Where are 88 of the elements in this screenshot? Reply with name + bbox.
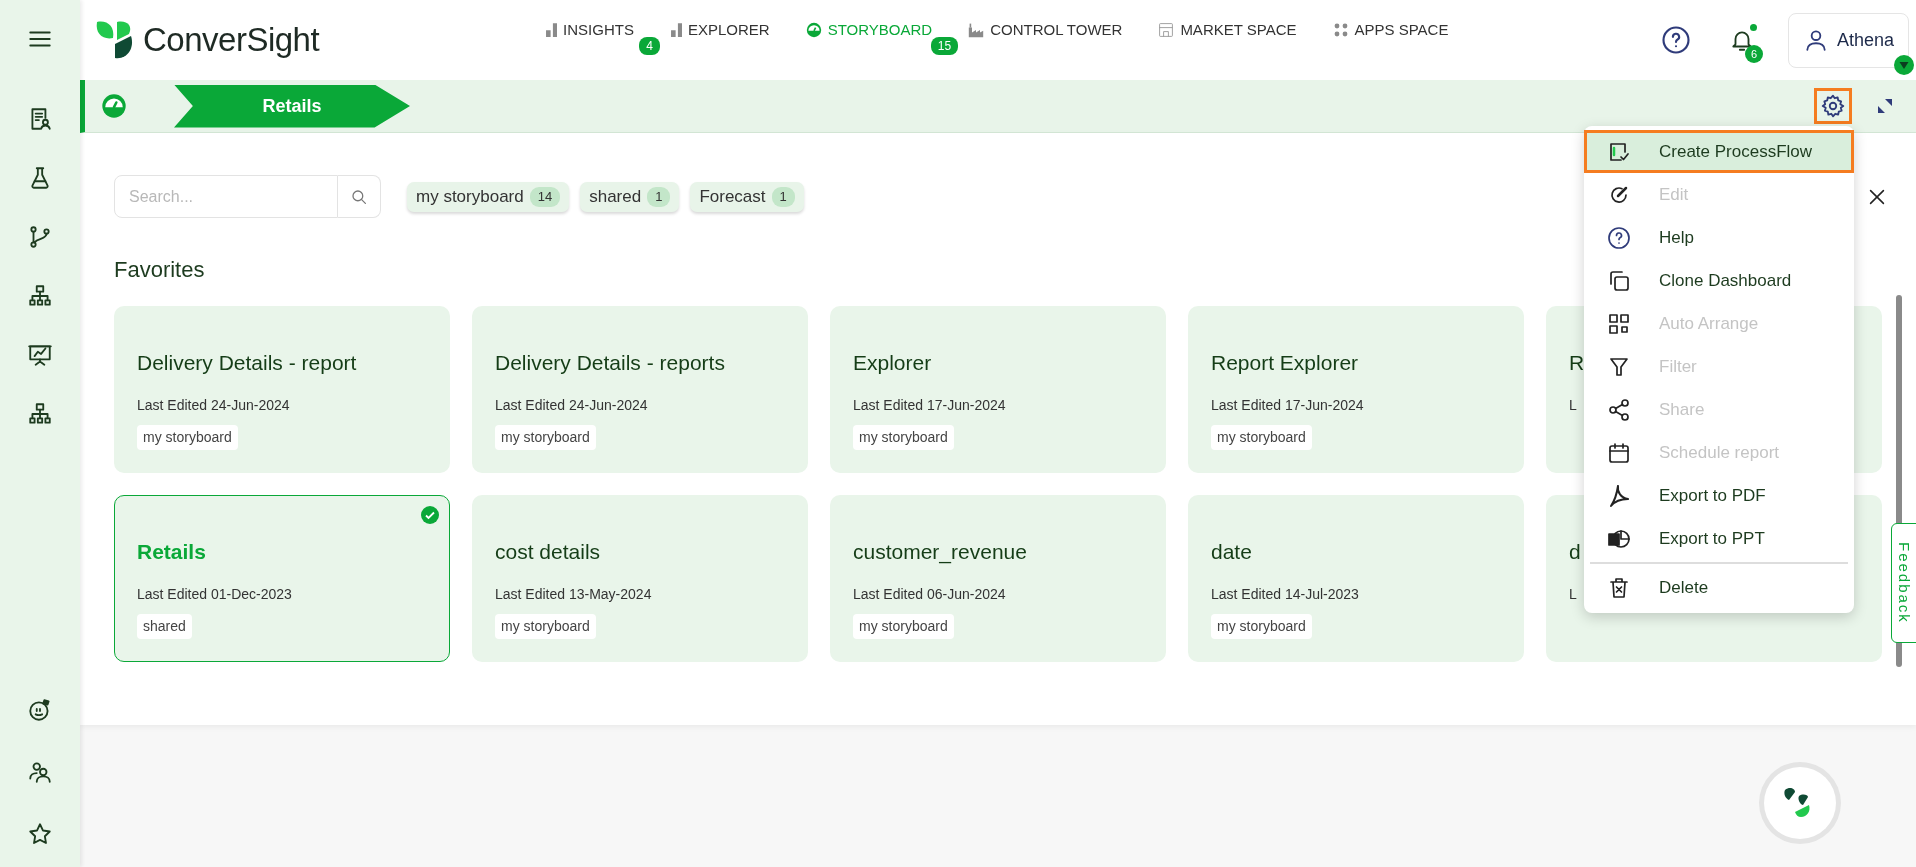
edited-date: Last Edited 24-Jun-2024 (137, 395, 290, 415)
filter-chip[interactable]: my storyboard 14 (407, 181, 570, 212)
card-title: Delivery Details - report (137, 350, 357, 376)
count-badge: 1 (647, 186, 671, 207)
bar-chart-icon (545, 23, 558, 37)
storyboard-card[interactable]: cost details Last Edited 13-May-2024 my storyboard (472, 495, 808, 662)
smiley-icon[interactable] (27, 697, 53, 723)
card-tag: shared (137, 613, 192, 639)
sitemap-icon[interactable] (27, 283, 53, 309)
card-tag: my storyboard (1211, 424, 1312, 450)
help-icon[interactable] (1660, 25, 1691, 55)
grid-icon (1607, 311, 1631, 336)
card-tag: my storyboard (1211, 613, 1312, 639)
menu-item[interactable]: Delete (1584, 566, 1854, 609)
star-icon[interactable] (27, 821, 53, 847)
card-tag: my storyboard (853, 613, 954, 639)
filter-chip[interactable]: shared 1 (580, 181, 680, 212)
bar-chart-icon (669, 23, 682, 37)
count-badge: 4 (639, 36, 660, 55)
card-title: date (1211, 539, 1252, 565)
nav-tab[interactable]: CONTROL TOWER (968, 18, 1123, 42)
section-title: Favorites (114, 256, 205, 284)
menu-item[interactable]: Export to PPT (1584, 517, 1854, 560)
calendar-icon (1607, 440, 1631, 465)
edited-date: Last Edited 13-May-2024 (495, 584, 652, 604)
nav-tab[interactable]: APPS SPACE (1332, 18, 1449, 42)
gauge-icon (100, 92, 128, 120)
branch-icon[interactable] (27, 224, 53, 250)
edited-date: Last Edited 24-Jun-2024 (495, 395, 648, 415)
menu-item[interactable]: Help (1584, 216, 1854, 259)
users-icon[interactable] (27, 759, 53, 785)
card-title: Retails (137, 539, 206, 565)
card-title: Report Explorer (1211, 350, 1359, 376)
copy-icon (1607, 268, 1631, 293)
storyboard-card[interactable]: Retails Last Edited 01-Dec-2023 shared (114, 495, 450, 662)
card-tag: my storyboard (137, 424, 238, 450)
card-title: d (1569, 539, 1581, 565)
edited-date: L (1569, 584, 1577, 604)
count-badge: 14 (529, 186, 561, 207)
help-icon (1607, 225, 1631, 250)
storyboard-card[interactable]: Delivery Details - report Last Edited 24-Jun-2024 my storyboard (114, 306, 450, 473)
nav-tab[interactable]: MARKET SPACE (1158, 18, 1297, 42)
storyboard-card[interactable]: Explorer Last Edited 17-Jun-2024 my storyboard (830, 306, 1166, 473)
card-title: R (1569, 350, 1585, 376)
factory-icon (968, 22, 985, 38)
check-icon (421, 506, 439, 524)
edited-date: Last Edited 14-Jul-2023 (1211, 584, 1359, 604)
storyboard-card[interactable]: Report Explorer Last Edited 17-Jun-2024 my storyboard (1188, 306, 1524, 473)
menu-item[interactable]: Create ProcessFlow (1584, 130, 1854, 173)
storyboard-card[interactable]: customer_revenue Last Edited 06-Jun-2024 my storyboard (830, 495, 1166, 662)
card-title: customer_revenue (853, 539, 1027, 566)
storyboard-card[interactable]: Delivery Details - reports Last Edited 24-Jun-2024 my storyboard (472, 306, 808, 473)
trash-icon (1607, 575, 1631, 600)
settings-button[interactable] (1814, 88, 1852, 124)
presentation-icon[interactable] (27, 342, 53, 368)
pdf-icon (1607, 483, 1631, 508)
card-title: Delivery Details - reports (495, 350, 725, 376)
apps-icon (1332, 22, 1349, 38)
edited-date: Last Edited 17-Jun-2024 (1211, 395, 1364, 415)
card-tag: my storyboard (853, 424, 954, 450)
share-icon (1607, 397, 1631, 422)
sitemap-icon[interactable] (27, 401, 53, 427)
count-badge: 15 (930, 36, 959, 55)
edited-date: Last Edited 17-Jun-2024 (853, 395, 1006, 415)
collapse-icon[interactable] (1876, 97, 1894, 115)
settings-icon (1820, 93, 1846, 119)
edited-date: Last Edited 01-Dec-2023 (137, 584, 292, 604)
storyboard-card[interactable]: date Last Edited 14-Jul-2023 my storyboard (1188, 495, 1524, 662)
search-icon[interactable] (350, 187, 368, 206)
nav-tab[interactable]: EXPLORER (669, 18, 770, 42)
logo-text: ConverSight (143, 20, 320, 61)
nav-tab[interactable]: INSIGHTS (545, 18, 634, 42)
card-title: Explorer (853, 350, 932, 376)
search-field[interactable]: Search... (114, 175, 338, 218)
filter-chip[interactable]: Forecast 1 (690, 181, 804, 212)
card-title: cost details (495, 539, 601, 565)
count-badge: 6 (1744, 45, 1763, 63)
card-tag: my storyboard (495, 613, 596, 639)
dropdown-icon[interactable] (1894, 54, 1914, 75)
menu-item[interactable]: Clone Dashboard (1584, 259, 1854, 302)
menu-item[interactable]: Export to PDF (1584, 474, 1854, 517)
store-icon (1158, 22, 1175, 38)
card-tag: my storyboard (495, 424, 596, 450)
count-badge: 1 (771, 186, 795, 207)
edited-date: Last Edited 06-Jun-2024 (853, 584, 1006, 604)
edited-date: L (1569, 395, 1577, 415)
chat-bot-button[interactable] (1757, 760, 1843, 846)
gauge-icon (805, 22, 822, 38)
